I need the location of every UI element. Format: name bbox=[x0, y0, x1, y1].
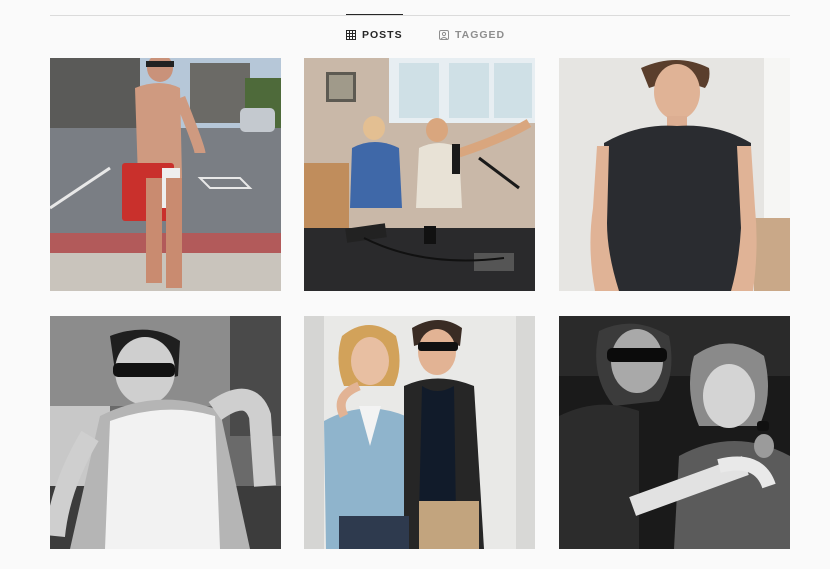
post-image bbox=[50, 58, 281, 291]
post-image bbox=[304, 316, 535, 549]
post-bw-tank-top[interactable] bbox=[50, 316, 281, 549]
post-image bbox=[559, 58, 790, 291]
tab-posts[interactable]: POSTS bbox=[346, 14, 403, 55]
post-street-shirtless[interactable] bbox=[50, 58, 281, 291]
post-podcast-studio[interactable] bbox=[304, 58, 535, 291]
post-image bbox=[304, 58, 535, 291]
post-bw-concert[interactable] bbox=[559, 316, 790, 549]
tagged-icon bbox=[439, 30, 449, 40]
profile-posts-page: POSTS TAGGED bbox=[0, 0, 830, 569]
post-black-tshirt-portrait[interactable] bbox=[559, 58, 790, 291]
post-image bbox=[559, 316, 790, 549]
post-two-men-wall[interactable] bbox=[304, 316, 535, 549]
profile-tabs: POSTS TAGGED bbox=[0, 14, 830, 55]
tab-tagged[interactable]: TAGGED bbox=[439, 15, 505, 55]
tab-posts-label: POSTS bbox=[362, 29, 403, 41]
tab-tagged-label: TAGGED bbox=[455, 29, 506, 41]
grid-icon bbox=[346, 30, 356, 40]
post-image bbox=[50, 316, 281, 549]
